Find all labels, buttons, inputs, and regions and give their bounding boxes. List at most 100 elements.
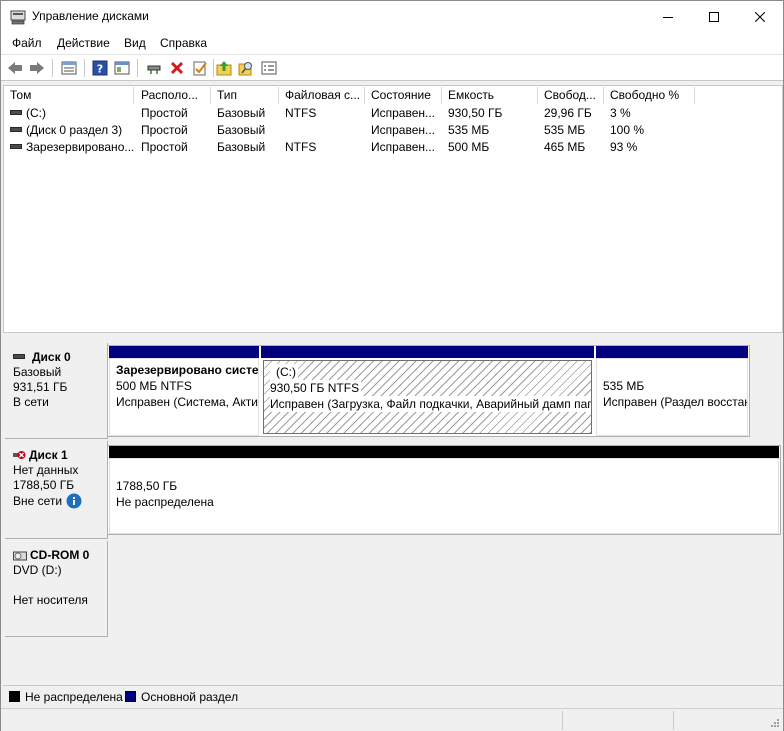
check-button[interactable] bbox=[191, 59, 209, 77]
minimize-button[interactable] bbox=[645, 1, 691, 32]
primary-partition-bar bbox=[109, 346, 259, 358]
disk-map-area: Диск 0 Базовый 931,51 ГБ В сети Зарезерв… bbox=[3, 341, 783, 685]
volume-free-space: 465 МБ bbox=[544, 140, 586, 154]
column-header-volume[interactable]: Том bbox=[4, 87, 134, 104]
column-header-capacity[interactable]: Емкость bbox=[442, 87, 538, 104]
partition-recovery[interactable]: 535 МБ Исправен (Раздел восстан bbox=[596, 346, 748, 436]
partition-body: Зарезервировано систе 500 МБ NTFS Исправ… bbox=[109, 358, 259, 436]
partition-status: Не распределена bbox=[116, 495, 214, 509]
partition-c-drive[interactable]: (C:) 930,50 ГБ NTFS Исправен (Загрузка, … bbox=[261, 346, 594, 436]
show-pane-icon bbox=[114, 61, 130, 75]
offline-disk-icon bbox=[13, 451, 26, 459]
properties-button[interactable] bbox=[60, 59, 78, 77]
menu-action[interactable]: Действие bbox=[57, 36, 110, 50]
window-title: Управление дисками bbox=[32, 9, 149, 23]
disk-0-name-row: Диск 0 bbox=[13, 350, 99, 365]
toolbar-separator bbox=[213, 59, 214, 77]
volume-capacity: 535 МБ bbox=[448, 123, 490, 137]
menu-view[interactable]: Вид bbox=[124, 36, 146, 50]
cdrom-0-label[interactable]: CD-ROM 0 DVD (D:) Нет носителя bbox=[5, 541, 108, 637]
volume-percent-free: 100 % bbox=[610, 123, 645, 137]
close-button[interactable] bbox=[737, 1, 783, 32]
column-header-layout[interactable]: Располо... bbox=[135, 87, 211, 104]
volume-row[interactable]: Зарезервировано... Простой Базовый NTFS … bbox=[4, 139, 782, 156]
column-header-free-space[interactable]: Свобод... bbox=[538, 87, 604, 104]
disk-1-label[interactable]: Диск 1 Нет данных 1788,50 ГБ Вне сети bbox=[5, 441, 108, 539]
disk-1-status: Вне сети bbox=[13, 493, 63, 508]
disk-management-app-icon bbox=[10, 10, 26, 25]
disk-1-status-row: Вне сети bbox=[13, 493, 99, 509]
column-header-filesystem[interactable]: Файловая с... bbox=[279, 87, 365, 104]
show-pane-button[interactable] bbox=[113, 59, 131, 77]
delete-button[interactable] bbox=[168, 59, 186, 77]
primary-partition-bar bbox=[261, 346, 594, 358]
partition-size: 930,50 ГБ NTFS bbox=[270, 380, 362, 396]
folder-up-icon bbox=[216, 61, 232, 76]
help-icon: ? bbox=[92, 60, 108, 76]
disk-0-partitions: Зарезервировано систе 500 МБ NTFS Исправ… bbox=[107, 345, 750, 437]
menu-file[interactable]: Файл bbox=[12, 36, 42, 50]
volume-name: (C:) bbox=[26, 106, 46, 120]
volume-row[interactable]: (Диск 0 раздел 3) Простой Базовый Исправ… bbox=[4, 122, 782, 139]
disk-0-name: Диск 0 bbox=[32, 350, 71, 364]
close-icon bbox=[755, 11, 765, 22]
volume-type: Базовый bbox=[217, 123, 266, 137]
help-button[interactable]: ? bbox=[91, 59, 109, 77]
properties-icon bbox=[61, 61, 77, 75]
menu-bar: Файл Действие Вид Справка bbox=[1, 32, 783, 54]
volume-status: Исправен... bbox=[371, 140, 436, 154]
folder-up-button[interactable] bbox=[215, 59, 233, 77]
column-header-status[interactable]: Состояние bbox=[365, 87, 442, 104]
search-button[interactable] bbox=[237, 59, 255, 77]
partition-body-selected: (C:) 930,50 ГБ NTFS Исправен (Загрузка, … bbox=[263, 360, 592, 434]
cdrom-0-name-row: CD-ROM 0 bbox=[13, 548, 99, 563]
partition-size: 1788,50 ГБ bbox=[116, 479, 178, 493]
volume-name: (Диск 0 раздел 3) bbox=[26, 123, 123, 137]
forward-button[interactable] bbox=[28, 59, 46, 77]
volume-filesystem: NTFS bbox=[285, 106, 317, 120]
partition-system-reserved[interactable]: Зарезервировано систе 500 МБ NTFS Исправ… bbox=[109, 346, 259, 436]
toolbar: ? bbox=[1, 54, 783, 81]
unallocated-bar bbox=[109, 446, 779, 458]
legend-unallocated-swatch bbox=[9, 691, 20, 702]
column-header-type[interactable]: Тип bbox=[211, 87, 279, 104]
volume-capacity: 500 МБ bbox=[448, 140, 490, 154]
legend: Не распределена Основной раздел bbox=[3, 685, 783, 707]
resize-grip-icon[interactable] bbox=[770, 718, 780, 728]
options-button[interactable] bbox=[260, 59, 278, 77]
status-bar bbox=[1, 708, 783, 731]
partition-body: 1788,50 ГБ Не распределена bbox=[109, 458, 779, 534]
volume-layout: Простой bbox=[141, 106, 188, 120]
volume-free-space: 535 МБ bbox=[544, 123, 586, 137]
volume-type: Базовый bbox=[217, 140, 266, 154]
maximize-icon bbox=[709, 11, 719, 22]
cd-drive-icon bbox=[13, 551, 27, 560]
partition-size: 535 МБ bbox=[603, 379, 645, 393]
menu-help[interactable]: Справка bbox=[160, 36, 207, 50]
info-icon[interactable] bbox=[66, 493, 82, 509]
volume-free-space: 29,96 ГБ bbox=[544, 106, 592, 120]
volume-capacity: 930,50 ГБ bbox=[448, 106, 503, 120]
volume-row[interactable]: (C:) Простой Базовый NTFS Исправен... 93… bbox=[4, 105, 782, 122]
status-divider bbox=[562, 711, 563, 730]
partition-status: Исправен (Раздел восстан bbox=[603, 395, 748, 409]
maximize-button[interactable] bbox=[691, 1, 737, 32]
toolbar-separator bbox=[137, 59, 138, 77]
delete-icon bbox=[170, 61, 184, 75]
back-arrow-icon bbox=[8, 62, 22, 74]
partition-status: Исправен (Загрузка, Файл подкачки, Авари… bbox=[270, 396, 591, 412]
partition-title: Зарезервировано систе bbox=[116, 363, 259, 377]
options-icon bbox=[261, 61, 277, 75]
legend-unallocated-label: Не распределена bbox=[25, 690, 123, 704]
partition-unallocated[interactable]: 1788,50 ГБ Не распределена bbox=[109, 446, 779, 534]
back-button[interactable] bbox=[6, 59, 24, 77]
volume-name: Зарезервировано... bbox=[26, 140, 134, 154]
partition-title: (C:) bbox=[270, 364, 298, 380]
column-header-percent-free[interactable]: Свободно % bbox=[604, 87, 695, 104]
forward-arrow-icon bbox=[30, 62, 44, 74]
volume-list[interactable]: Том Располо... Тип Файловая с... Состоян… bbox=[3, 85, 783, 333]
connect-drive-button[interactable] bbox=[145, 59, 163, 77]
disk-0-label[interactable]: Диск 0 Базовый 931,51 ГБ В сети bbox=[5, 343, 108, 439]
volume-name-cell: Зарезервировано... bbox=[4, 139, 134, 156]
volume-status: Исправен... bbox=[371, 123, 436, 137]
